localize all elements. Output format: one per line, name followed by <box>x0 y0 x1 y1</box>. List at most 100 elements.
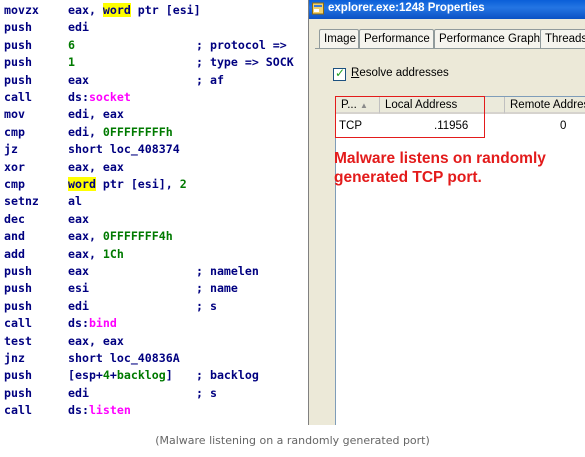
operands: edi, 0FFFFFFFFh <box>68 124 173 141</box>
properties-window: explorer.exe:1248 Properties Image Perfo… <box>308 0 585 425</box>
mnemonic: add <box>4 246 25 261</box>
operands: 6 <box>68 37 75 54</box>
comment: ; namelen <box>196 263 259 280</box>
operand-token: ds: <box>68 316 89 331</box>
tab-performance[interactable]: Performance <box>359 29 434 48</box>
operands: edi, eax <box>68 106 124 123</box>
mnemonic: test <box>4 333 32 348</box>
operand-token: edi, eax <box>68 107 124 122</box>
checkmark-icon: ✓ <box>335 66 346 80</box>
operands: edi <box>68 385 89 402</box>
comment: ; s <box>196 385 217 402</box>
operand-token: ; namelen <box>196 264 259 278</box>
window-titlebar[interactable]: explorer.exe:1248 Properties <box>309 0 585 19</box>
comment: ; type => SOCK <box>196 54 294 71</box>
numeric-token: 0FFFFFFF4h <box>102 229 173 244</box>
mnemonic: and <box>4 229 25 244</box>
operands: eax, eax <box>68 159 124 176</box>
numeric-token: 0FFFFFFFFh <box>102 124 173 139</box>
operand-token: ; protocol => <box>196 37 287 52</box>
tab-panel-border <box>315 48 585 49</box>
operand-token: ptr [esi], <box>95 177 180 191</box>
checkbox-box[interactable]: ✓ <box>333 66 346 81</box>
numeric-token: 1 <box>68 55 75 70</box>
mnemonic: setnz <box>4 194 39 209</box>
mnemonic: push <box>4 55 32 70</box>
mnemonic: push <box>4 72 32 87</box>
highlighted-token: word <box>102 3 131 17</box>
operand-token: ; name <box>196 281 238 296</box>
operands: al <box>68 193 82 210</box>
operand-token: [esp+ <box>68 368 103 383</box>
mnemonic: push <box>4 264 32 278</box>
operand-token: + <box>109 368 117 383</box>
mnemonic: movzx <box>4 3 39 17</box>
mnemonic: push <box>4 385 32 400</box>
api-call-token: listen <box>88 403 131 418</box>
operands: eax, word ptr [esi] <box>68 2 201 19</box>
operand-token: ds: <box>68 90 89 104</box>
annotation-text: Malware listens on randomly generated TC… <box>334 150 546 186</box>
figure-caption: (Malware listening on a randomly generat… <box>155 434 430 447</box>
operands: 1 <box>68 54 75 71</box>
highlighted-token: word <box>68 177 96 191</box>
operands: eax <box>68 211 89 228</box>
connections-list[interactable]: P... ▲ Local Address Remote Address TCP … <box>335 96 585 425</box>
operand-token: esi <box>68 281 89 296</box>
comment: ; backlog <box>196 367 259 384</box>
mnemonic: cmp <box>4 124 25 139</box>
operands: edi <box>68 19 89 36</box>
operands: short loc_408374 <box>68 141 180 158</box>
operands: eax <box>68 263 89 280</box>
operands: short loc_40836A <box>68 350 180 367</box>
numeric-token: 2 <box>179 177 187 191</box>
operand-token: eax <box>68 211 89 226</box>
operand-token: ; af <box>196 72 224 87</box>
mnemonic: call <box>4 90 32 104</box>
mnemonic: push <box>4 281 32 296</box>
operands: eax, 1Ch <box>68 246 124 263</box>
operand-token: eax, <box>68 246 103 261</box>
tab-image[interactable]: Image <box>319 29 359 48</box>
operands: edi <box>68 298 89 315</box>
api-call-token: bind <box>88 316 117 331</box>
tab-performance-graph[interactable]: Performance Graph <box>434 29 542 48</box>
operand-token: eax, eax <box>68 333 124 348</box>
tab-threads[interactable]: Threads <box>540 29 585 48</box>
window-title: explorer.exe:1248 Properties <box>328 2 485 14</box>
operands: esi <box>68 280 89 297</box>
operand-token: ; type => SOCK <box>196 55 294 70</box>
operand-token: ptr [esi] <box>130 3 201 17</box>
row-remote-address[interactable]: 0 <box>560 118 566 134</box>
mnemonic: push <box>4 298 32 313</box>
api-call-token: socket <box>88 90 131 104</box>
operands: ds:bind <box>68 315 117 332</box>
operand-token: edi <box>68 385 89 400</box>
numeric-token: 6 <box>68 37 75 52</box>
numeric-token: backlog <box>116 368 166 383</box>
highlight-box <box>335 96 485 138</box>
mnemonic: call <box>4 316 32 331</box>
comment: ; name <box>196 280 238 297</box>
operand-token: short loc_40836A <box>68 351 180 365</box>
mnemonic: push <box>4 368 32 383</box>
operand-token: ] <box>165 368 173 383</box>
mnemonic: call <box>4 403 32 418</box>
operands: [esp+4+backlog] <box>68 367 173 384</box>
mnemonic: push <box>4 20 32 35</box>
operand-token: eax <box>68 72 89 87</box>
operand-token: eax, <box>68 229 103 244</box>
mnemonic: jnz <box>4 351 25 365</box>
comment: ; af <box>196 72 224 89</box>
column-header-remote-address[interactable]: Remote Address <box>505 97 585 114</box>
operand-token: edi <box>68 298 89 313</box>
operands: ds:listen <box>68 402 131 419</box>
comment: ; protocol => <box>196 37 287 54</box>
operand-token: al <box>68 194 82 209</box>
disassembly-listing: movzx eax, word ptr [esi] push edi push 6 ; pr… <box>0 0 308 425</box>
mnemonic: dec <box>4 211 25 226</box>
comment: ; s <box>196 298 217 315</box>
numeric-token: 4 <box>102 368 110 383</box>
operand-token: eax, eax <box>68 159 124 174</box>
operands: eax, eax <box>68 333 124 350</box>
